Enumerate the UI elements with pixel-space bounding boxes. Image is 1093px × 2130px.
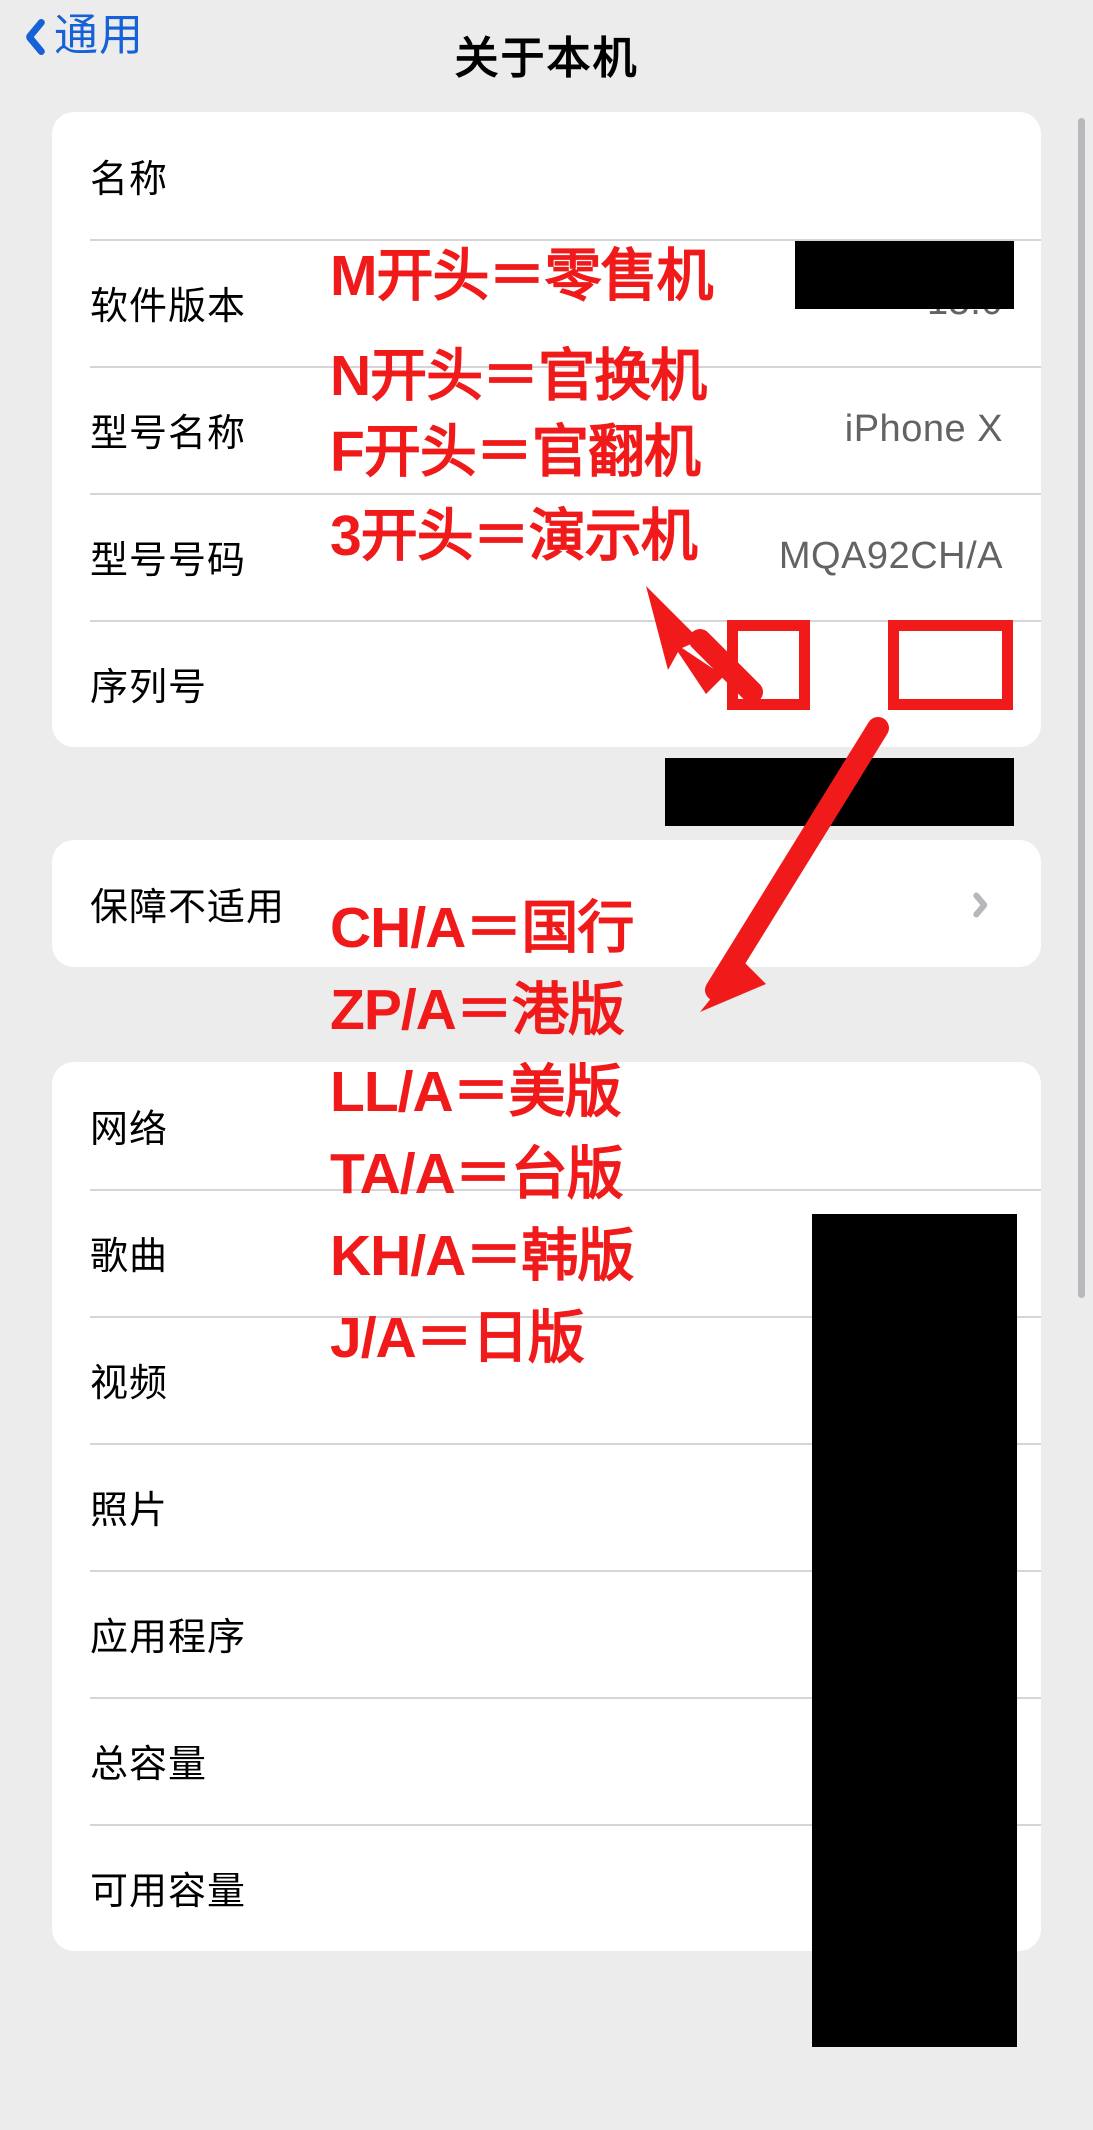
- device-info-card: 名称 软件版本 15.0 型号名称 iPhone X 型号号码 MQA92CH/…: [52, 112, 1041, 747]
- table-row-name[interactable]: 名称: [52, 112, 1041, 239]
- redaction-bar-serial-number: [665, 758, 1014, 826]
- row-label: 序列号: [90, 667, 208, 709]
- row-label: 软件版本: [90, 286, 247, 328]
- row-label: 视频: [90, 1363, 169, 1405]
- row-label: 名称: [90, 159, 169, 201]
- redaction-bar-storage-values: [812, 1214, 1017, 2047]
- table-row-serial-number[interactable]: 序列号: [52, 620, 1041, 747]
- row-label: 总容量: [90, 1744, 208, 1786]
- row-label: 型号号码: [90, 540, 247, 582]
- table-row-network[interactable]: 网络: [52, 1062, 1041, 1189]
- row-value: iPhone X: [844, 408, 1003, 450]
- navigation-bar: 通用 关于本机: [0, 0, 1093, 112]
- row-label: 网络: [90, 1109, 169, 1151]
- row-label: 保障不适用: [90, 887, 286, 929]
- row-label: 应用程序: [90, 1617, 247, 1659]
- table-row-model-name[interactable]: 型号名称 iPhone X: [52, 366, 1041, 493]
- row-label: 型号名称: [90, 413, 247, 455]
- about-device-screen: 通用 关于本机 名称 软件版本 15.0 型号名称 iPhone X 型号号码 …: [0, 0, 1093, 2130]
- warranty-card: 保障不适用: [52, 840, 1041, 967]
- redaction-bar-device-name: [795, 241, 1014, 309]
- row-label: 可用容量: [90, 1871, 247, 1913]
- vertical-scrollbar[interactable]: [1078, 118, 1085, 1298]
- row-value-model-number: MQA92CH/A: [778, 535, 1003, 577]
- row-label: 歌曲: [90, 1236, 169, 1278]
- row-label: 照片: [90, 1490, 169, 1532]
- table-row-model-number[interactable]: 型号号码 MQA92CH/A: [52, 493, 1041, 620]
- table-row-warranty[interactable]: 保障不适用: [52, 840, 1041, 967]
- chevron-right-icon: [979, 889, 995, 919]
- page-title: 关于本机: [454, 34, 639, 83]
